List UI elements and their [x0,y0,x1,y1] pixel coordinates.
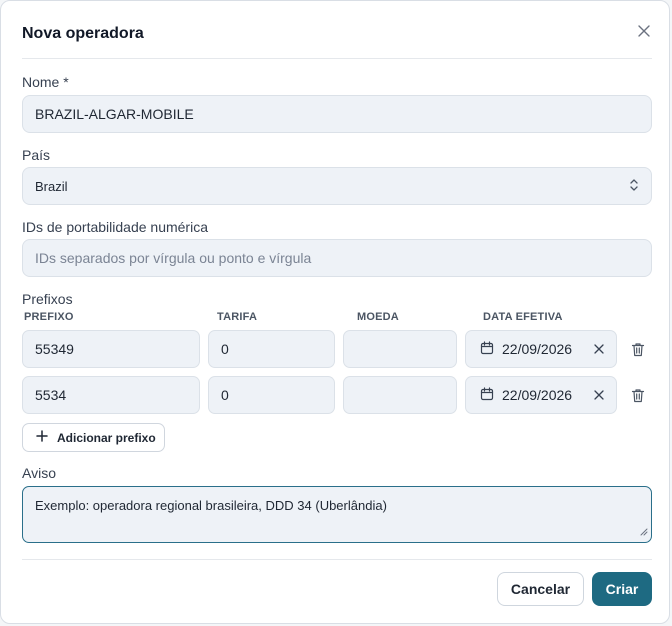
clear-date-icon[interactable] [594,387,604,403]
country-select[interactable]: Brazil [22,167,652,205]
rate-input[interactable]: 0 [208,330,335,368]
cancel-button[interactable]: Cancelar [497,572,584,606]
prefix-value: 55349 [35,341,74,357]
notice-textarea[interactable]: Exemplo: operadora regional brasileira, … [22,486,652,543]
prefix-input[interactable]: 55349 [22,330,200,368]
trash-icon[interactable] [630,341,646,357]
notice-value: Exemplo: operadora regional brasileira, … [35,498,387,513]
header-divider [22,58,652,59]
effective-date-input[interactable]: 22/09/2026 [465,330,617,368]
new-operator-dialog: Nova operadora Nome * BRAZIL-ALGAR-MOBIL… [0,0,670,624]
currency-input[interactable] [343,330,457,368]
calendar-icon [480,340,494,358]
country-value: Brazil [35,178,68,194]
calendar-icon [480,386,494,404]
rate-input[interactable]: 0 [208,376,335,414]
currency-input[interactable] [343,376,457,414]
rate-value: 0 [221,341,229,357]
country-label: País [22,147,51,163]
prefix-value: 5534 [35,387,67,403]
name-label: Nome * [22,74,69,90]
chevron-up-down-icon [629,178,639,195]
clear-date-icon[interactable] [594,341,604,357]
add-prefix-button[interactable]: Adicionar prefixo [22,423,165,452]
trash-icon[interactable] [630,387,646,403]
rate-value: 0 [221,387,229,403]
column-header-rate: TARIFA [217,311,258,323]
prefixes-label: Prefixos [22,291,73,307]
notice-label: Aviso [22,465,56,481]
resize-handle-icon[interactable] [640,524,648,539]
plus-icon [36,430,48,445]
prefix-input[interactable]: 5534 [22,376,200,414]
column-header-effective-date: DATA EFETIVA [483,311,563,323]
date-value: 22/09/2026 [502,387,573,403]
portability-label: IDs de portabilidade numérica [22,219,208,235]
column-header-prefix: PREFIXO [24,311,74,323]
name-input[interactable]: BRAZIL-ALGAR-MOBILE [22,95,652,133]
name-value: BRAZIL-ALGAR-MOBILE [35,106,194,122]
add-prefix-label: Adicionar prefixo [57,430,156,445]
footer-divider [22,559,652,560]
portability-placeholder: IDs separados por vírgula ou ponto e vír… [35,250,312,266]
portability-input[interactable]: IDs separados por vírgula ou ponto e vír… [22,239,652,277]
effective-date-input[interactable]: 22/09/2026 [465,376,617,414]
column-header-currency: MOEDA [357,311,399,323]
dialog-title: Nova operadora [22,25,144,42]
date-value: 22/09/2026 [502,341,573,357]
close-icon[interactable] [635,22,653,40]
create-button[interactable]: Criar [592,572,652,606]
